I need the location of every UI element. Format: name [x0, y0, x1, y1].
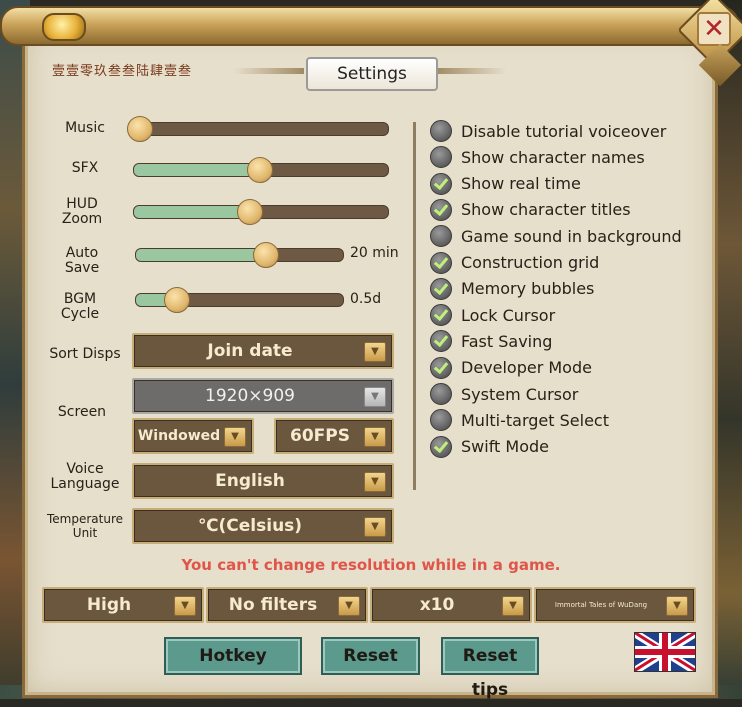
checkbox-icon[interactable]: [430, 330, 452, 353]
chevron-down-icon: ▼: [502, 596, 524, 616]
option-row[interactable]: Multi-target Select: [430, 409, 609, 432]
checkbox-icon[interactable]: [430, 198, 452, 221]
scroll-rod: [0, 6, 739, 46]
uk-flag-icon[interactable]: [634, 632, 696, 672]
chevron-down-icon: ▼: [666, 596, 688, 616]
option-label: Show character titles: [461, 200, 631, 220]
fps-value: 60FPS: [290, 426, 350, 446]
option-row[interactable]: Show character names: [430, 146, 645, 169]
page-title: Settings: [306, 57, 438, 91]
filter-dropdown[interactable]: No filters ▼: [206, 587, 368, 623]
hotkey-button[interactable]: Hotkey: [164, 637, 302, 675]
resolution-value: 1920×909: [205, 386, 295, 406]
option-row[interactable]: Developer Mode: [430, 356, 592, 379]
music-label: Music: [65, 120, 105, 136]
checkbox-icon[interactable]: [430, 172, 452, 195]
option-label: Show real time: [461, 174, 581, 194]
option-label: Disable tutorial voiceover: [461, 121, 667, 141]
chevron-down-icon: ▼: [224, 427, 246, 447]
window-mode-value: Windowed: [137, 428, 221, 444]
resolution-dropdown[interactable]: 1920×909 ▼: [132, 378, 394, 414]
temperature-unit-value: ℃(Celsius): [197, 516, 303, 536]
chevron-down-icon: ▼: [364, 427, 386, 447]
hud-zoom-label: HUD Zoom: [61, 196, 103, 227]
mod-value: Immortal Tales of WuDang: [554, 601, 648, 609]
checkbox-icon[interactable]: [430, 304, 452, 327]
column-divider: [413, 122, 416, 490]
auto-save-label: Auto Save: [64, 245, 100, 276]
sort-disps-label: Sort Disps: [49, 346, 121, 362]
auto-save-value: 20 min: [350, 245, 399, 261]
option-row[interactable]: Show character titles: [430, 198, 631, 221]
option-row[interactable]: Game sound in background: [430, 225, 682, 248]
option-row[interactable]: System Cursor: [430, 383, 578, 405]
option-label: Multi-target Select: [461, 410, 609, 430]
sort-disps-dropdown[interactable]: Join date ▼: [132, 333, 394, 369]
bgm-cycle-label: BGM Cycle: [60, 291, 100, 322]
auto-save-slider-knob[interactable]: [253, 242, 280, 268]
option-label: Lock Cursor: [461, 305, 556, 325]
checkbox-icon[interactable]: [430, 383, 452, 405]
quality-value: High: [86, 595, 132, 615]
hud-zoom-slider-knob[interactable]: [236, 199, 263, 225]
voice-language-value: English: [215, 471, 285, 491]
rod-gem-icon: [42, 13, 86, 41]
option-row[interactable]: Disable tutorial voiceover: [430, 120, 666, 142]
music-slider-knob[interactable]: [127, 116, 153, 142]
option-label: Game sound in background: [461, 226, 682, 246]
option-label: Construction grid: [461, 253, 600, 272]
voice-language-label: Voice Language: [50, 461, 120, 492]
option-row[interactable]: Swift Mode: [430, 435, 549, 458]
option-row[interactable]: Memory bubbles: [430, 277, 595, 300]
mod-dropdown[interactable]: Immortal Tales of WuDang ▼: [534, 587, 696, 623]
fps-dropdown[interactable]: 60FPS ▼: [274, 418, 394, 454]
option-label: Developer Mode: [461, 358, 592, 378]
speed-value: x10: [419, 595, 455, 615]
checkbox-icon[interactable]: [430, 435, 452, 458]
checkbox-icon[interactable]: [430, 277, 452, 300]
auto-save-slider-track[interactable]: [135, 248, 344, 262]
option-label: Memory bubbles: [461, 279, 595, 299]
voice-language-dropdown[interactable]: English ▼: [132, 463, 394, 499]
option-row[interactable]: Lock Cursor: [430, 304, 556, 327]
sfx-slider-knob[interactable]: [246, 157, 273, 183]
temperature-unit-dropdown[interactable]: ℃(Celsius) ▼: [132, 508, 394, 544]
filter-value: No filters: [228, 595, 318, 615]
sfx-label: SFX: [71, 160, 99, 176]
checkbox-icon[interactable]: [430, 409, 452, 432]
title-wing-left: [234, 68, 304, 74]
checkbox-icon[interactable]: [430, 120, 452, 142]
chevron-down-icon: ▼: [364, 387, 386, 407]
option-label: System Cursor: [461, 384, 579, 404]
checkbox-icon[interactable]: [430, 225, 452, 248]
chevron-down-icon: ▼: [174, 596, 196, 616]
temperature-unit-label: Temperature Unit: [46, 512, 123, 540]
reset-tips-button[interactable]: Reset tips: [441, 637, 539, 700]
player-code: 壹壹零玖叁叁陆肆壹叁: [52, 64, 193, 79]
reset-button[interactable]: Reset: [321, 637, 420, 675]
option-label: Swift Mode: [461, 437, 549, 457]
music-slider-track[interactable]: [133, 122, 389, 136]
chevron-down-icon: ▼: [364, 517, 386, 537]
option-row[interactable]: Fast Saving: [430, 330, 553, 353]
chevron-down-icon: ▼: [338, 596, 360, 616]
option-label: Fast Saving: [461, 331, 553, 351]
option-label: Show character names: [461, 147, 645, 167]
chevron-down-icon: ▼: [364, 342, 386, 362]
checkbox-icon[interactable]: [430, 251, 452, 274]
checkbox-icon[interactable]: [430, 356, 452, 379]
checkbox-icon[interactable]: [430, 146, 452, 169]
window-mode-dropdown[interactable]: Windowed ▼: [132, 418, 254, 454]
sort-disps-value: Join date: [207, 341, 293, 361]
title-wing-right: [436, 68, 506, 74]
resolution-warning: You can't change resolution while in a g…: [181, 556, 561, 574]
speed-dropdown[interactable]: x10 ▼: [370, 587, 532, 623]
close-icon[interactable]: ✕: [697, 12, 731, 46]
option-row[interactable]: Construction grid: [430, 251, 600, 274]
chevron-down-icon: ▼: [364, 472, 386, 492]
quality-dropdown[interactable]: High ▼: [42, 587, 204, 623]
bgm-cycle-value: 0.5d: [350, 291, 382, 307]
option-row[interactable]: Show real time: [430, 172, 581, 195]
screen-label: Screen: [57, 404, 107, 420]
